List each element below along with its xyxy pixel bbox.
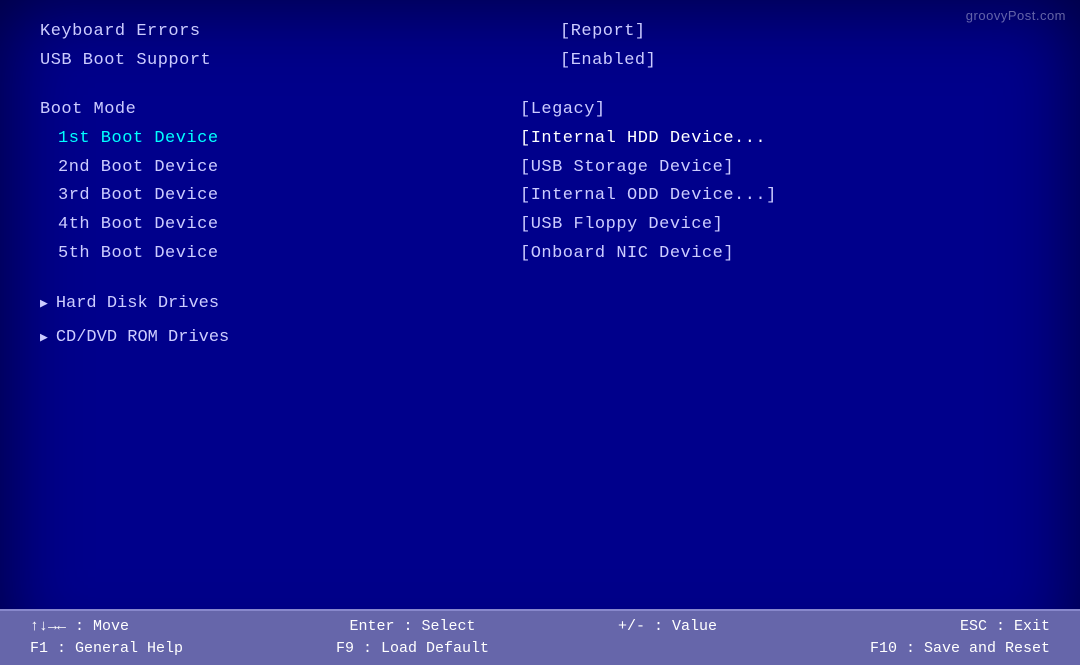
boot-mode-value: [Legacy] [520,96,1040,125]
5th-boot-device-label[interactable]: 5th Boot Device [40,240,520,269]
hard-disk-arrow-icon: ▶ [40,291,48,317]
1st-boot-device-label[interactable]: 1st Boot Device [40,125,520,154]
submenu-section: ▶ Hard Disk Drives ▶ CD/DVD ROM Drives [40,287,1040,355]
cdvdrom-arrow-icon: ▶ [40,325,48,351]
5th-boot-device-value: [Onboard NIC Device] [520,240,1040,269]
status-save-reset-line2: F10 : Save and Reset [795,638,1050,661]
status-select: Enter : Select F9 : Load Default [285,616,540,661]
keyboard-errors-label[interactable]: Keyboard Errors [40,18,520,47]
boot-left-labels: Boot Mode 1st Boot Device 2nd Boot Devic… [40,96,520,269]
cdvdrom-drives-item[interactable]: ▶ CD/DVD ROM Drives [40,321,1040,355]
status-select-line1: Enter : Select [285,616,540,639]
top-right-values: [Report] [Enabled] [560,18,1040,76]
keyboard-errors-value: [Report] [560,18,1040,47]
status-move-line1: ↑↓→← : Move [30,616,285,639]
hard-disk-drives-item[interactable]: ▶ Hard Disk Drives [40,287,1040,321]
status-move-line2: F1 : General Help [30,638,285,661]
2nd-boot-device-value: [USB Storage Device] [520,154,1040,183]
bios-screen: groovyPost.com Keyboard Errors USB Boot … [0,0,1080,665]
1st-boot-device-value: [Internal HDD Device... [520,125,1040,154]
boot-section: Boot Mode 1st Boot Device 2nd Boot Devic… [40,96,1040,269]
main-content: Keyboard Errors USB Boot Support [Report… [0,0,1080,609]
usb-boot-support-label[interactable]: USB Boot Support [40,47,520,76]
status-exit: ESC : Exit F10 : Save and Reset [795,616,1050,661]
top-section: Keyboard Errors USB Boot Support [Report… [40,18,1040,76]
cdvdrom-drives-label: CD/DVD ROM Drives [56,321,229,355]
2nd-boot-device-label[interactable]: 2nd Boot Device [40,154,520,183]
status-value-line2 [540,638,795,661]
usb-boot-support-value: [Enabled] [560,47,1040,76]
status-exit-line1: ESC : Exit [795,616,1050,639]
boot-right-values: [Legacy] [Internal HDD Device... [USB St… [520,96,1040,269]
4th-boot-device-label[interactable]: 4th Boot Device [40,211,520,240]
top-left-labels: Keyboard Errors USB Boot Support [40,18,520,76]
status-move: ↑↓→← : Move F1 : General Help [30,616,285,661]
boot-mode-label[interactable]: Boot Mode [40,96,520,125]
status-value-line1: +/- : Value [540,616,795,639]
hard-disk-drives-label: Hard Disk Drives [56,287,219,321]
4th-boot-device-value: [USB Floppy Device] [520,211,1040,240]
3rd-boot-device-value: [Internal ODD Device...] [520,182,1040,211]
status-value: +/- : Value [540,616,795,661]
status-select-line2: F9 : Load Default [285,638,540,661]
3rd-boot-device-label[interactable]: 3rd Boot Device [40,182,520,211]
status-bar: ↑↓→← : Move F1 : General Help Enter : Se… [0,609,1080,665]
